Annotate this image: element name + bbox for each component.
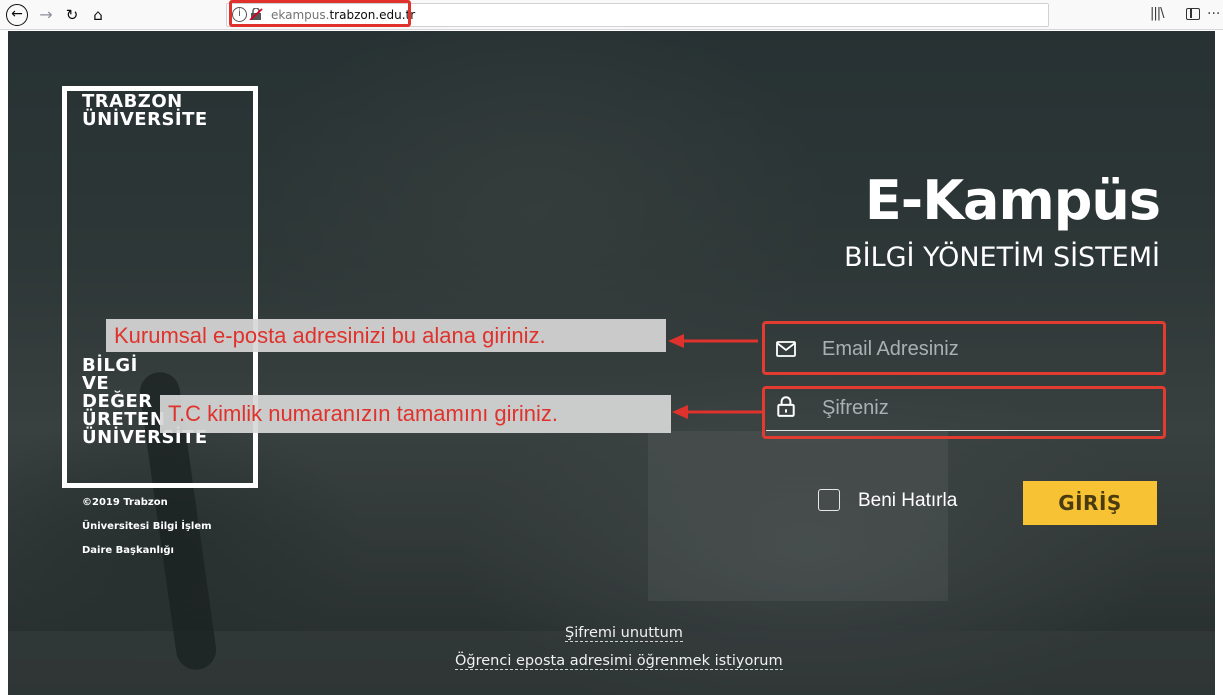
email-hint-callout: Kurumsal e-posta adresinizi bu alana gir…	[106, 319, 666, 352]
url-highlight-box	[229, 0, 411, 27]
login-button[interactable]: GİRİŞ	[1023, 481, 1157, 525]
copyright-line: Üniversitesi Bilgi İşlem	[82, 521, 212, 532]
logo-line: ÜNİVERSİTE	[82, 109, 208, 130]
more-icon[interactable]: ···	[1207, 6, 1220, 22]
copyright-line: ©2019 Trabzon	[82, 497, 168, 508]
copyright-line: Daire Başkanlığı	[82, 545, 174, 556]
back-icon[interactable]: ←	[6, 4, 28, 26]
password-highlight-box	[762, 386, 1166, 439]
sidebar-icon[interactable]	[1186, 8, 1200, 20]
password-hint-callout: T.C kimlik numaranızın tamamını giriniz.	[160, 395, 671, 433]
logo-university-name: TRABZON ÜNİVERSİTE	[82, 93, 208, 129]
forgot-password-link[interactable]: Şifremi unuttum	[565, 625, 683, 642]
browser-toolbar: ← → ↻ ⌂ i ekampus.trabzon.edu.tr ··· ⛉ ☆…	[0, 0, 1223, 30]
email-hint-arrow	[668, 334, 758, 348]
password-hint-arrow	[672, 405, 762, 419]
login-page: TRABZON ÜNİVERSİTE BİLGİ VE DEĞER ÜRETEN…	[8, 31, 1215, 695]
email-highlight-box	[762, 321, 1166, 375]
student-email-link[interactable]: Öğrenci eposta adresimi öğrenmek istiyor…	[455, 653, 783, 670]
remember-label[interactable]: Beni Hatırla	[858, 490, 957, 512]
page-title: E-Kampüs	[864, 169, 1161, 232]
remember-checkbox[interactable]	[818, 489, 840, 511]
page-subtitle: BİLGİ YÖNETİM SİSTEMİ	[844, 242, 1160, 273]
library-icon[interactable]: |||\	[1150, 6, 1164, 21]
home-icon[interactable]: ⌂	[86, 3, 110, 27]
reload-icon[interactable]: ↻	[60, 3, 84, 27]
copyright-text: ©2019 Trabzon Üniversitesi Bilgi İşlem D…	[82, 491, 212, 563]
forward-icon[interactable]: →	[34, 3, 58, 27]
